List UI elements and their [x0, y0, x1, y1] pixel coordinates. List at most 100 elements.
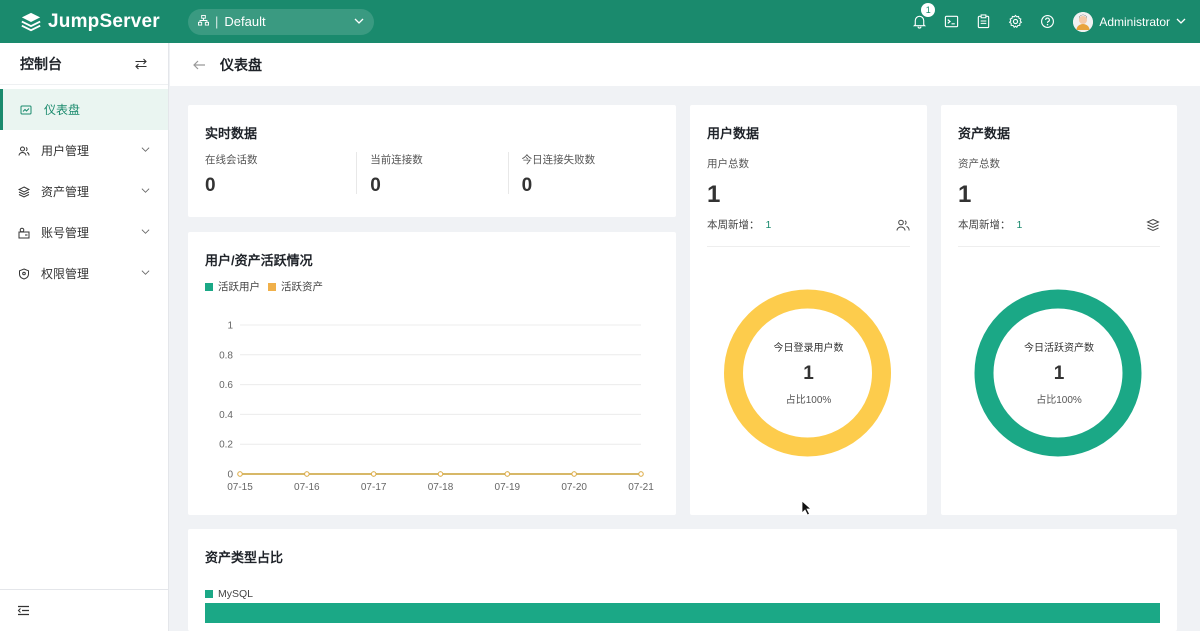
layers-icon: [18, 185, 30, 198]
chevron-down-icon: [354, 14, 364, 29]
back-arrow-icon[interactable]: [192, 58, 206, 72]
chevron-down-icon: [1176, 15, 1186, 29]
activity-card: 用户/资产活跃情况 活跃用户 活跃资产 0 0.2 0.4 0.6 0.8 1 07-15 0…: [188, 232, 676, 515]
help-icon: [1040, 15, 1054, 28]
layers-icon: [1146, 218, 1160, 231]
notification-button[interactable]: 1: [903, 0, 936, 43]
stat-label: 在线会话数: [205, 154, 258, 166]
sidebar-item-label: 仪表盘: [44, 103, 81, 117]
swap-icon[interactable]: [134, 57, 148, 71]
x-tick-label: 07-19: [495, 482, 521, 493]
stat-label: 当前连接数: [370, 154, 423, 166]
user-menu[interactable]: Administrator: [1073, 11, 1186, 32]
donut-percent: 占比100%: [785, 395, 832, 406]
sidebar-item-dashboard[interactable]: 仪表盘: [0, 89, 168, 130]
assets-total-value: 1: [958, 181, 972, 208]
assets-week-row: 本周新增： 1: [958, 217, 1160, 247]
sidebar-item-label: 资产管理: [41, 185, 90, 199]
sidebar-collapse-button[interactable]: [0, 589, 168, 631]
data-point: [504, 471, 511, 477]
gear-icon: [1008, 14, 1022, 28]
week-label: 本周新增：: [958, 219, 1011, 231]
assets-card: 资产数据 资产总数 1 本周新增： 1 今日活跃资产数 1 占比100%: [941, 105, 1177, 515]
stat-online-sessions: 在线会话数 0: [205, 152, 356, 196]
chevron-down-icon: [141, 188, 150, 193]
activity-line-chart: 0 0.2 0.4 0.6 0.8 1 07-15 07-16 07-17 07-18 07-19 0…: [219, 321, 654, 494]
assets-donut: 今日活跃资产数 1 占比100%: [941, 281, 1177, 481]
stat-failed-connections: 今日连接失败数 0: [507, 152, 659, 196]
week-value: 1: [1016, 218, 1023, 231]
org-separator: |: [215, 14, 219, 29]
help-button[interactable]: [1031, 0, 1063, 43]
sidebar: 控制台 仪表盘 用户管理 资产管理 账号管理 权限管理: [0, 43, 169, 631]
y-tick-label: 0.2: [219, 440, 233, 451]
clipboard-icon: [977, 14, 990, 29]
y-tick-label: 0.4: [219, 410, 233, 421]
settings-button[interactable]: [999, 0, 1031, 43]
sidebar-title: 控制台: [20, 55, 62, 72]
stat-label: 今日连接失败数: [521, 154, 596, 166]
top-bar: JumpServer | Default 1 Administrator: [0, 0, 1200, 43]
data-point: [237, 471, 243, 477]
asset-type-bar-mysql[interactable]: [205, 603, 1160, 623]
org-icon: [198, 14, 209, 29]
legend-item[interactable]: MySQL: [205, 588, 253, 600]
stat-value: 0: [521, 175, 533, 196]
data-point: [571, 471, 577, 477]
tickets-button[interactable]: [967, 0, 999, 43]
org-name: Default: [224, 14, 266, 29]
donut-label: 今日活跃资产数: [1024, 343, 1094, 354]
users-total-label: 用户总数: [707, 158, 749, 170]
sidebar-item-users[interactable]: 用户管理: [0, 130, 168, 171]
collapse-menu-icon: [17, 605, 29, 616]
legend-swatch: [205, 590, 213, 598]
users-week-row: 本周新增： 1: [707, 217, 910, 247]
data-point: [437, 471, 444, 477]
sidebar-item-accounts[interactable]: 账号管理: [0, 212, 168, 253]
terminal-icon: [944, 15, 958, 28]
sidebar-item-label: 账号管理: [41, 226, 90, 240]
donut-value: 1: [1053, 363, 1065, 384]
realtime-card: 实时数据 在线会话数 0 当前连接数 0 今日连接失败数 0: [188, 105, 676, 217]
x-tick-label: 07-17: [361, 482, 387, 493]
users-donut: 今日登录用户数 1 占比100%: [690, 281, 927, 481]
stat-value: 0: [370, 175, 381, 196]
y-tick-label: 0.6: [219, 380, 233, 391]
chart-legend: MySQL: [205, 588, 1160, 600]
logo[interactable]: JumpServer: [20, 11, 188, 33]
legend-label: MySQL: [218, 588, 254, 600]
card-title: 用户数据: [707, 126, 760, 141]
card-title: 资产数据: [958, 126, 1011, 141]
users-icon: [896, 219, 910, 231]
data-point: [370, 471, 377, 477]
mouse-cursor-icon: [801, 500, 813, 516]
brand-name: JumpServer: [48, 10, 160, 32]
donut-value: 1: [803, 363, 814, 384]
sidebar-item-permissions[interactable]: 权限管理: [0, 253, 168, 294]
x-tick-label: 07-21: [628, 482, 654, 493]
y-tick-label: 0.8: [219, 350, 233, 361]
data-point: [304, 471, 310, 477]
sidebar-item-assets[interactable]: 资产管理: [0, 171, 168, 212]
sidebar-item-label: 用户管理: [41, 144, 90, 158]
y-tick-label: 1: [227, 321, 233, 332]
x-tick-label: 07-16: [294, 482, 320, 493]
layers-logo-icon: [21, 12, 41, 31]
chevron-down-icon: [141, 147, 150, 152]
users-icon: [18, 145, 30, 157]
chevron-down-icon: [141, 270, 150, 275]
x-tick-label: 07-15: [227, 482, 253, 493]
dashboard-icon: [20, 104, 32, 116]
stat-current-connections: 当前连接数 0: [356, 152, 507, 196]
notification-badge: 1: [921, 3, 936, 17]
org-select[interactable]: | Default: [188, 8, 374, 35]
donut-label: 今日登录用户数: [773, 343, 844, 354]
sidebar-item-label: 权限管理: [41, 267, 90, 281]
account-icon: [18, 227, 30, 239]
x-tick-label: 07-18: [428, 482, 454, 493]
web-terminal-button[interactable]: [935, 0, 967, 43]
week-value: 1: [765, 218, 772, 231]
assets-total-label: 资产总数: [958, 158, 1000, 170]
user-name: Administrator: [1099, 14, 1170, 29]
card-title: 资产类型占比: [205, 550, 284, 565]
